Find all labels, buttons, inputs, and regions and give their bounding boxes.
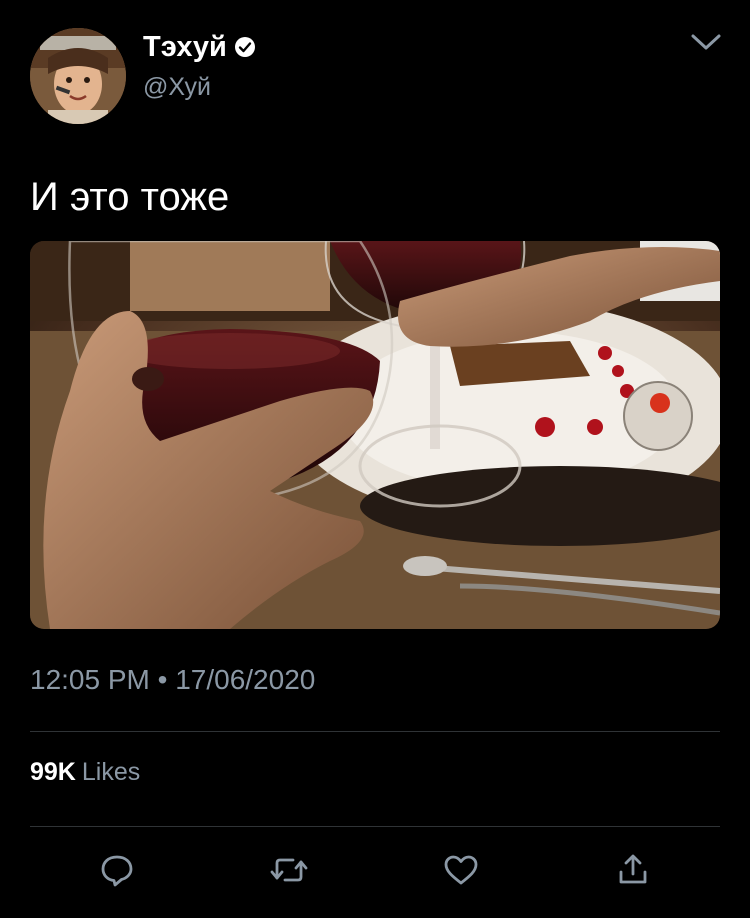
tweet-timestamp[interactable]: 12:05 PM • 17/06/2020 bbox=[30, 662, 315, 698]
avatar[interactable] bbox=[30, 28, 126, 124]
like-button[interactable] bbox=[441, 852, 481, 892]
author-name-row[interactable]: Тэхуй bbox=[143, 30, 257, 64]
display-name[interactable]: Тэхуй bbox=[143, 30, 227, 64]
divider bbox=[30, 826, 720, 827]
likes-label: Likes bbox=[81, 758, 141, 786]
author-handle[interactable]: @Хуй bbox=[143, 72, 211, 102]
likes-count: 99K bbox=[30, 758, 76, 786]
tweet-detail: Тэхуй @Хуй И это тоже 12:05 PM • 17/06/2… bbox=[0, 0, 750, 918]
share-button[interactable] bbox=[613, 852, 653, 892]
more-options-button[interactable] bbox=[688, 26, 724, 62]
retweet-button[interactable] bbox=[269, 852, 309, 892]
heart-icon bbox=[442, 852, 480, 893]
likes-row[interactable]: 99K Likes bbox=[30, 756, 140, 788]
tweet-text: И это тоже bbox=[30, 175, 230, 219]
chevron-down-icon bbox=[690, 32, 722, 57]
tweet-photo[interactable] bbox=[30, 241, 720, 629]
verified-badge-icon bbox=[233, 35, 257, 59]
reply-button[interactable] bbox=[97, 852, 137, 892]
share-icon bbox=[615, 852, 651, 893]
reply-icon bbox=[99, 852, 135, 893]
divider bbox=[30, 731, 720, 732]
retweet-icon bbox=[269, 852, 309, 893]
